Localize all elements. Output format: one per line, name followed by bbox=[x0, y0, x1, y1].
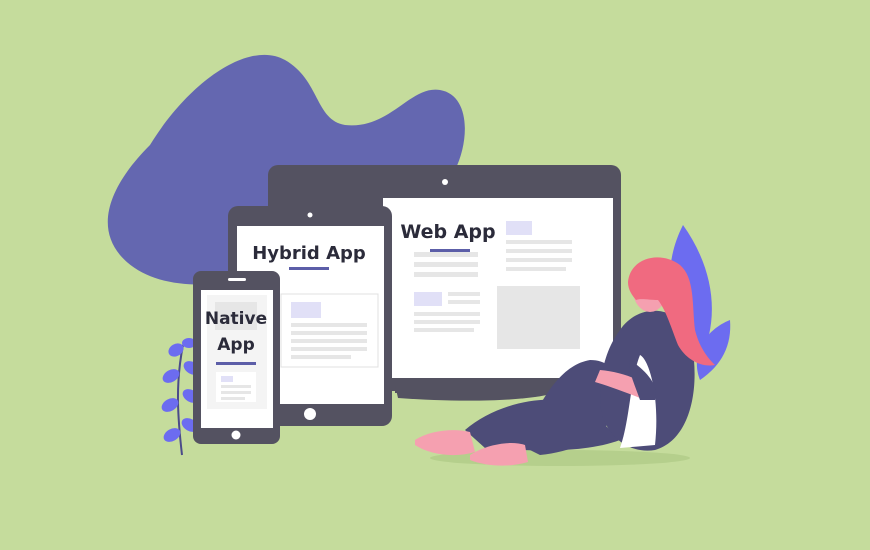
native-app-device: Native App bbox=[193, 271, 280, 444]
web-app-label: Web App bbox=[400, 221, 495, 243]
illustration-canvas: Web App Hybrid App Native App bbox=[0, 0, 870, 550]
app-types-illustration: Web App Hybrid App Native App bbox=[107, 54, 731, 466]
native-app-label-line2: App bbox=[217, 335, 255, 355]
hybrid-app-label: Hybrid App bbox=[252, 243, 366, 264]
native-app-label-line1: Native bbox=[205, 309, 267, 329]
